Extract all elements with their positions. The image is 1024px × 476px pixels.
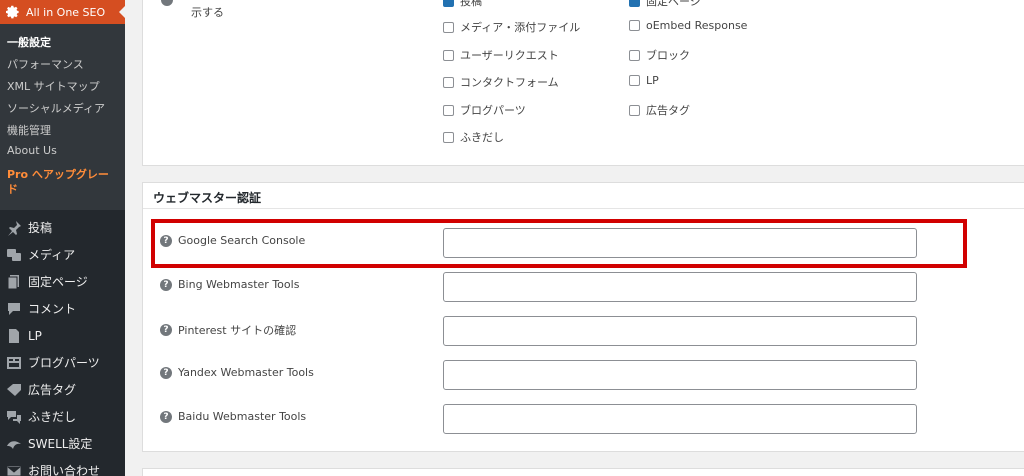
submenu-general-settings[interactable]: 一般設定 (7, 34, 51, 50)
menu-label: 固定ページ (28, 275, 88, 289)
checkbox-post-type[interactable]: ふきだし (443, 129, 504, 145)
menu-label: お問い合わせ (28, 464, 101, 476)
sidebar-item-ad-tags[interactable]: 広告タグ (0, 376, 125, 403)
menu-label: ブログパーツ (28, 356, 100, 370)
sidebar-item-blog-parts[interactable]: ブログパーツ (0, 349, 125, 376)
baidu-webmaster-tools-input[interactable] (443, 404, 917, 434)
row-label-text: Yandex Webmaster Tools (178, 366, 314, 379)
sidebar-item-lp[interactable]: LP (0, 322, 125, 349)
label-pinterest-verification: ? Pinterest サイトの確認 (160, 322, 296, 338)
label-bing-webmaster-tools: ? Bing Webmaster Tools (160, 278, 299, 291)
help-icon[interactable]: ? (160, 410, 172, 423)
media-icon (4, 247, 24, 263)
menu-label: ふきだし (28, 410, 77, 424)
checkbox-box[interactable] (629, 20, 640, 31)
pro-prefix: Pro (7, 168, 29, 181)
checkbox-label: ふきだし (460, 131, 504, 144)
submenu-about-us[interactable]: About Us (7, 144, 57, 157)
submenu-feature-manager[interactable]: 機能管理 (7, 122, 51, 138)
plugin-title: All in One SEO (26, 5, 106, 19)
checkbox-post-type[interactable]: ユーザーリクエスト (443, 47, 559, 63)
checkbox-label: メディア・添付ファイル (460, 21, 581, 34)
next-panel (142, 468, 1024, 476)
menu-label: SWELL設定 (28, 437, 93, 451)
checkbox-post-type[interactable]: LP (629, 74, 659, 87)
highlight-box (151, 219, 967, 268)
checkbox-box[interactable] (443, 104, 454, 116)
checkbox-label: 固定ページ (646, 0, 701, 8)
checkbox-post-type[interactable]: コンタクトフォーム (443, 74, 559, 90)
sidebar-item-comments[interactable]: コメント (0, 295, 125, 322)
menu-label: メディア (28, 248, 76, 262)
gear-icon (6, 5, 20, 19)
help-icon[interactable]: ? (160, 278, 172, 291)
help-icon[interactable]: ? (160, 324, 172, 336)
checkbox-label: ブロック (646, 49, 690, 62)
sidebar-item-all-in-one-seo[interactable]: All in One SEO (0, 0, 125, 24)
blog-parts-icon (4, 355, 24, 371)
sidebar-item-media[interactable]: メディア (0, 241, 125, 268)
sidebar-item-pages[interactable]: 固定ページ (0, 268, 125, 295)
menu-label: 広告タグ (28, 383, 77, 397)
checkbox-box[interactable] (443, 49, 454, 61)
label-yandex-webmaster-tools: ? Yandex Webmaster Tools (160, 366, 314, 379)
checkbox-post-type[interactable]: メディア・添付ファイル (443, 19, 580, 35)
post-types-panel: 示する 投稿 メディア・添付ファイル ユーザーリクエスト コンタクトフォーム ブ… (142, 0, 1024, 166)
page-icon (4, 274, 24, 290)
sidebar-item-speech-bubbles[interactable]: ふきだし (0, 403, 125, 430)
panel-header: ウェブマスター認証 (143, 183, 1024, 209)
row-label-text: Baidu Webmaster Tools (178, 410, 307, 423)
checkbox-box[interactable] (629, 104, 640, 116)
checkbox-box[interactable] (443, 0, 454, 7)
submenu-xml-sitemap[interactable]: XML サイトマップ (7, 78, 100, 94)
checkbox-post-type[interactable]: oEmbed Response (629, 19, 747, 32)
checkbox-box[interactable] (629, 0, 640, 7)
setting-label-partial: 示する (191, 6, 224, 19)
checkbox-box[interactable] (443, 131, 454, 143)
row-label-text: Pinterest サイトの確認 (178, 324, 297, 337)
bing-webmaster-tools-input[interactable] (443, 272, 917, 302)
checkbox-box[interactable] (629, 49, 640, 61)
checkbox-label: 広告タグ (646, 104, 690, 117)
pin-icon (4, 220, 24, 236)
menu-label: コメント (28, 302, 77, 316)
checkbox-post-type[interactable]: 広告タグ (629, 102, 690, 118)
lp-icon (4, 328, 24, 344)
checkbox-post-type[interactable]: ブログパーツ (443, 102, 526, 118)
submenu-performance[interactable]: パフォーマンス (7, 56, 84, 72)
pinterest-verification-input[interactable] (443, 316, 917, 346)
sidebar-item-contact[interactable]: お問い合わせ (0, 457, 125, 476)
sidebar-item-swell-settings[interactable]: SWELL設定 (0, 430, 125, 457)
checkbox-box[interactable] (443, 76, 454, 88)
checkbox-label: コンタクトフォーム (460, 76, 559, 89)
admin-sidebar: All in One SEO 一般設定 パフォーマンス XML サイトマップ ソ… (0, 0, 125, 476)
checkbox-post-type[interactable]: ブロック (629, 47, 690, 63)
help-icon[interactable]: ? (160, 366, 172, 379)
checkbox-box[interactable] (629, 75, 640, 86)
plugin-submenu: 一般設定 パフォーマンス XML サイトマップ ソーシャルメディア 機能管理 A… (0, 24, 125, 210)
submenu-upgrade-pro[interactable]: Pro へアップグレード (7, 167, 119, 197)
checkbox-label: 投稿 (460, 0, 482, 8)
menu-label: LP (28, 328, 42, 343)
label-baidu-webmaster-tools: ? Baidu Webmaster Tools (160, 410, 306, 423)
submenu-social-media[interactable]: ソーシャルメディア (7, 100, 105, 116)
help-icon[interactable] (161, 0, 173, 6)
ad-tag-icon (4, 382, 24, 398)
checkbox-post-type[interactable]: 固定ページ (629, 0, 701, 9)
checkbox-box[interactable] (443, 21, 454, 33)
yandex-webmaster-tools-input[interactable] (443, 360, 917, 390)
checkbox-post-type[interactable]: 投稿 (443, 0, 482, 9)
menu-label: 投稿 (28, 221, 53, 235)
row-label-text: Bing Webmaster Tools (178, 278, 300, 291)
swell-icon (4, 436, 24, 452)
panel-title: ウェブマスター認証 (153, 191, 262, 205)
checkbox-label: ユーザーリクエスト (460, 49, 559, 62)
checkbox-label: LP (646, 74, 659, 87)
mail-icon (4, 463, 24, 476)
comment-icon (4, 301, 24, 317)
sidebar-item-posts[interactable]: 投稿 (0, 214, 125, 241)
checkbox-label: ブログパーツ (460, 104, 526, 117)
checkbox-label: oEmbed Response (646, 19, 748, 32)
speech-bubble-icon (4, 409, 24, 425)
